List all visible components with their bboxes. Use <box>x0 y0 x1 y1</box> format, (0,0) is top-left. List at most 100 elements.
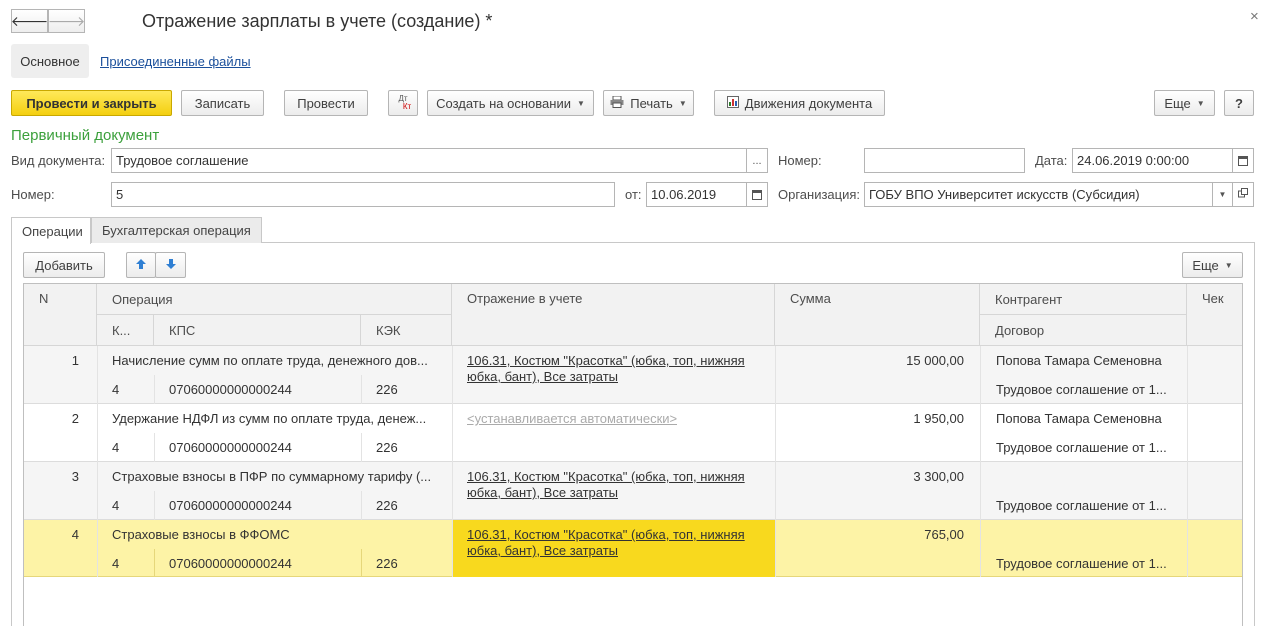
doc-type-label: Вид документа: <box>11 153 106 168</box>
number-field[interactable]: 5 <box>111 182 615 207</box>
document-movements-button[interactable]: Движения документа <box>714 90 885 116</box>
row-counterparty: Попова Тамара Семеновна <box>996 411 1162 426</box>
row-sum: 15 000,00 <box>906 353 964 368</box>
kt-icon: Кт <box>402 102 412 111</box>
nav-attached-files[interactable]: Присоединенные файлы <box>100 54 251 69</box>
table-row-selected[interactable]: 4 Страховые взносы в ФФОМС 4 07060000000… <box>24 520 1242 577</box>
column-separator <box>361 491 362 520</box>
table-more-button[interactable]: Еще ▼ <box>1182 252 1243 278</box>
date-field[interactable]: 24.06.2019 0:00:00 <box>1072 148 1233 173</box>
row-sum: 1 950,00 <box>913 411 964 426</box>
number-top-label: Номер: <box>778 153 822 168</box>
row-reflection-link[interactable]: юбка, бант), Все затраты <box>467 485 618 500</box>
print-button[interactable]: Печать ▼ <box>603 90 694 116</box>
move-up-button[interactable] <box>126 252 156 278</box>
row-reflection-link[interactable]: 106.31, Костюм "Красотка" (юбка, топ, ни… <box>467 527 745 542</box>
post-and-close-button[interactable]: Провести и закрыть <box>11 90 172 116</box>
arrow-up-icon <box>135 258 147 273</box>
column-separator <box>97 346 98 577</box>
row-k: 4 <box>112 382 120 397</box>
table-row[interactable]: 2 Удержание НДФЛ из сумм по оплате труда… <box>24 404 1242 462</box>
calendar-icon <box>1238 155 1248 166</box>
nav-main[interactable]: Основное <box>11 44 89 78</box>
caret-down-icon: ▼ <box>1218 190 1227 199</box>
column-separator <box>452 346 453 577</box>
post-button[interactable]: Провести <box>284 90 368 116</box>
create-based-on-button[interactable]: Создать на основании ▼ <box>427 90 594 116</box>
close-icon[interactable]: × <box>1250 8 1259 25</box>
arrow-right-icon: 🡒 <box>47 12 86 29</box>
org-field[interactable]: ГОБУ ВПО Университет искусств (Субсидия) <box>864 182 1213 207</box>
forward-button[interactable]: 🡒 <box>48 9 85 33</box>
add-button[interactable]: Добавить <box>23 252 105 278</box>
caret-down-icon: ▼ <box>1224 260 1233 270</box>
row-number: 3 <box>71 469 79 484</box>
row-kps: 07060000000000244 <box>169 382 292 397</box>
column-separator <box>361 549 362 577</box>
table-more-label: Еще <box>1192 257 1219 273</box>
number-label: Номер: <box>11 187 55 202</box>
from-date-field[interactable]: 10.06.2019 <box>646 182 747 207</box>
row-reflection-link[interactable]: юбка, бант), Все затраты <box>467 369 618 384</box>
col-n-header[interactable]: N <box>24 284 97 346</box>
calendar-button[interactable] <box>746 182 768 207</box>
col-sum-header[interactable]: Сумма <box>775 284 980 346</box>
row-k: 4 <box>112 556 120 571</box>
col-kek-header[interactable]: КЭК <box>361 315 452 346</box>
column-separator <box>775 346 776 577</box>
row-counterparty: Попова Тамара Семеновна <box>996 353 1162 368</box>
arrow-down-icon <box>165 258 177 273</box>
row-reflection-link[interactable]: 106.31, Костюм "Красотка" (юбка, топ, ни… <box>467 353 745 368</box>
tab-accounting-operation[interactable]: Бухгалтерская операция <box>91 217 262 243</box>
dt-kt-button[interactable]: Дт Кт <box>388 90 418 116</box>
doc-type-field[interactable]: Трудовое соглашение <box>111 148 747 173</box>
select-ellipsis-button[interactable]: ... <box>746 148 768 173</box>
create-based-on-label: Создать на основании <box>436 95 571 111</box>
col-reflection-header[interactable]: Отражение в учете <box>452 284 775 346</box>
col-contract-header[interactable]: Договор <box>980 315 1187 346</box>
table-row[interactable]: 1 Начисление сумм по оплате труда, денеж… <box>24 346 1242 404</box>
number-top-field[interactable] <box>864 148 1025 173</box>
movements-icon <box>726 95 739 111</box>
save-button[interactable]: Записать <box>181 90 264 116</box>
from-label: от: <box>625 187 642 202</box>
column-separator <box>154 433 155 462</box>
caret-down-icon: ▼ <box>678 98 687 108</box>
move-down-button[interactable] <box>155 252 186 278</box>
row-reflection-auto[interactable]: <устанавливается автоматически> <box>467 411 677 426</box>
col-kps-header[interactable]: КПС <box>154 315 361 346</box>
row-kek: 226 <box>376 498 398 513</box>
column-separator <box>154 375 155 404</box>
col-operation-header[interactable]: Операция <box>97 284 452 315</box>
calendar-icon <box>752 189 762 200</box>
col-counterparty-header[interactable]: Контрагент <box>980 284 1187 315</box>
help-button[interactable]: ? <box>1224 90 1254 116</box>
row-reflection-link[interactable]: 106.31, Костюм "Красотка" (юбка, топ, ни… <box>467 469 745 484</box>
section-title: Первичный документ <box>11 127 160 144</box>
row-operation: Удержание НДФЛ из сумм по оплате труда, … <box>112 411 427 426</box>
row-kps: 07060000000000244 <box>169 556 292 571</box>
column-separator <box>154 491 155 520</box>
tab-operations[interactable]: Операции <box>11 217 91 244</box>
row-operation: Страховые взносы в ФФОМС <box>112 527 290 542</box>
org-dropdown-button[interactable]: ▼ <box>1212 182 1233 207</box>
row-k: 4 <box>112 498 120 513</box>
calendar-button[interactable] <box>1232 148 1254 173</box>
arrow-left-icon: 🡐 <box>10 12 49 29</box>
print-label: Печать <box>630 95 673 111</box>
row-reflection-link[interactable]: юбка, бант), Все затраты <box>467 543 618 558</box>
row-operation: Начисление сумм по оплате труда, денежно… <box>112 353 428 368</box>
org-open-button[interactable] <box>1232 182 1254 207</box>
row-contract: Трудовое соглашение от 1... <box>996 498 1167 513</box>
col-k-header[interactable]: К... <box>97 315 154 346</box>
row-kek: 226 <box>376 382 398 397</box>
printer-icon <box>610 95 624 111</box>
movements-label: Движения документа <box>744 95 873 111</box>
col-check-header[interactable]: Чек <box>1187 284 1242 346</box>
column-separator <box>361 433 362 462</box>
back-button[interactable]: 🡐 <box>11 9 48 33</box>
row-kek: 226 <box>376 556 398 571</box>
more-button[interactable]: Еще ▼ <box>1154 90 1215 116</box>
table-row[interactable]: 3 Страховые взносы в ПФР по суммарному т… <box>24 462 1242 520</box>
row-sum: 3 300,00 <box>913 469 964 484</box>
